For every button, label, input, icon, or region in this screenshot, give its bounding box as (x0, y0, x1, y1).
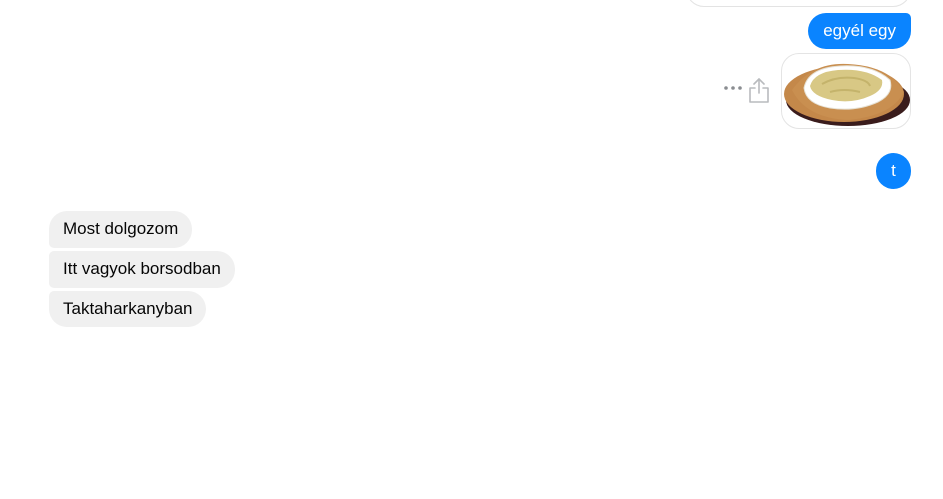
sent-message[interactable]: egyél egy (808, 13, 911, 49)
share-icon[interactable] (747, 76, 771, 104)
received-message[interactable]: Taktaharkanyban (49, 291, 207, 327)
more-options-icon[interactable] (723, 80, 743, 96)
sticker-message[interactable] (781, 53, 911, 129)
received-message[interactable]: Most dolgozom (49, 211, 193, 248)
chat-thread: egyél egy t Most dolgozom Itt vagyok bor… (0, 0, 943, 499)
sent-message[interactable]: t (876, 153, 911, 189)
previous-message-bubble[interactable] (686, 0, 911, 7)
received-message[interactable]: Itt vagyok borsodban (49, 251, 235, 288)
langos-food-icon (784, 63, 910, 126)
